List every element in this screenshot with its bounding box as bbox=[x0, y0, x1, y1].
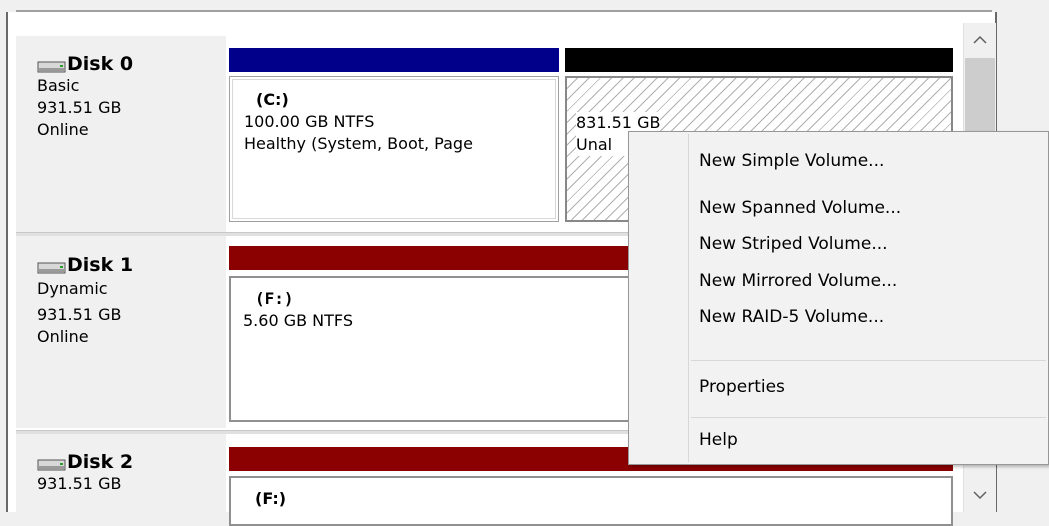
disk-name: Disk 1 bbox=[67, 254, 134, 276]
disk-name: Disk 2 bbox=[67, 451, 134, 473]
disk-size: 931.51 GB bbox=[37, 474, 122, 493]
top-border-line bbox=[16, 10, 992, 12]
disk-type: Basic bbox=[37, 76, 80, 95]
hard-disk-icon bbox=[37, 57, 67, 73]
disk-0-label[interactable]: Disk 0 Basic 931.51 GB Online bbox=[16, 36, 226, 232]
menu-item-properties[interactable]: Properties bbox=[699, 376, 785, 398]
chevron-down-icon[interactable] bbox=[964, 478, 996, 512]
volume-label: (C:) bbox=[256, 90, 289, 109]
disk-type: Dynamic bbox=[37, 279, 108, 298]
menu-separator bbox=[691, 360, 1046, 361]
disk-status: Online bbox=[37, 120, 89, 139]
disk-name: Disk 0 bbox=[67, 53, 134, 75]
disk-size: 931.51 GB bbox=[37, 98, 122, 117]
menu-item-new-spanned-volume[interactable]: New Spanned Volume... bbox=[699, 197, 901, 219]
volume-label: (F:) bbox=[255, 489, 287, 508]
menu-item-new-simple-volume[interactable]: New Simple Volume... bbox=[699, 150, 884, 172]
hard-disk-icon bbox=[37, 455, 67, 471]
partition-bar-unallocated bbox=[565, 48, 953, 72]
disk-size: 931.51 GB bbox=[37, 305, 122, 324]
menu-separator bbox=[691, 417, 1046, 418]
partition-bar-primary bbox=[229, 48, 559, 72]
menu-item-new-raid5-volume[interactable]: New RAID-5 Volume... bbox=[699, 306, 884, 328]
scroll-thumb[interactable] bbox=[965, 58, 995, 138]
menu-item-new-mirrored-volume[interactable]: New Mirrored Volume... bbox=[699, 270, 897, 292]
partition-c[interactable]: (C:) 100.00 GB NTFS Healthy (System, Boo… bbox=[229, 76, 559, 222]
volume-size: 5.60 GB NTFS bbox=[243, 311, 353, 330]
disk-1-label[interactable]: Disk 1 Dynamic 931.51 GB Online bbox=[16, 236, 226, 428]
volume-status: Healthy (System, Boot, Page bbox=[244, 134, 473, 153]
menu-item-new-striped-volume[interactable]: New Striped Volume... bbox=[699, 233, 888, 255]
menu-item-help[interactable]: Help bbox=[699, 429, 738, 451]
disk-status: Online bbox=[37, 327, 89, 346]
volume-label: (F:) bbox=[255, 289, 294, 308]
partition-f-disk2[interactable]: (F:) bbox=[229, 476, 953, 526]
hard-disk-icon bbox=[37, 258, 67, 274]
context-menu: New Simple Volume... New Spanned Volume.… bbox=[628, 131, 1049, 465]
chevron-up-icon[interactable] bbox=[964, 23, 996, 57]
disk-2-label[interactable]: Disk 2 931.51 GB bbox=[16, 434, 226, 512]
volume-size: 100.00 GB NTFS bbox=[244, 112, 375, 131]
